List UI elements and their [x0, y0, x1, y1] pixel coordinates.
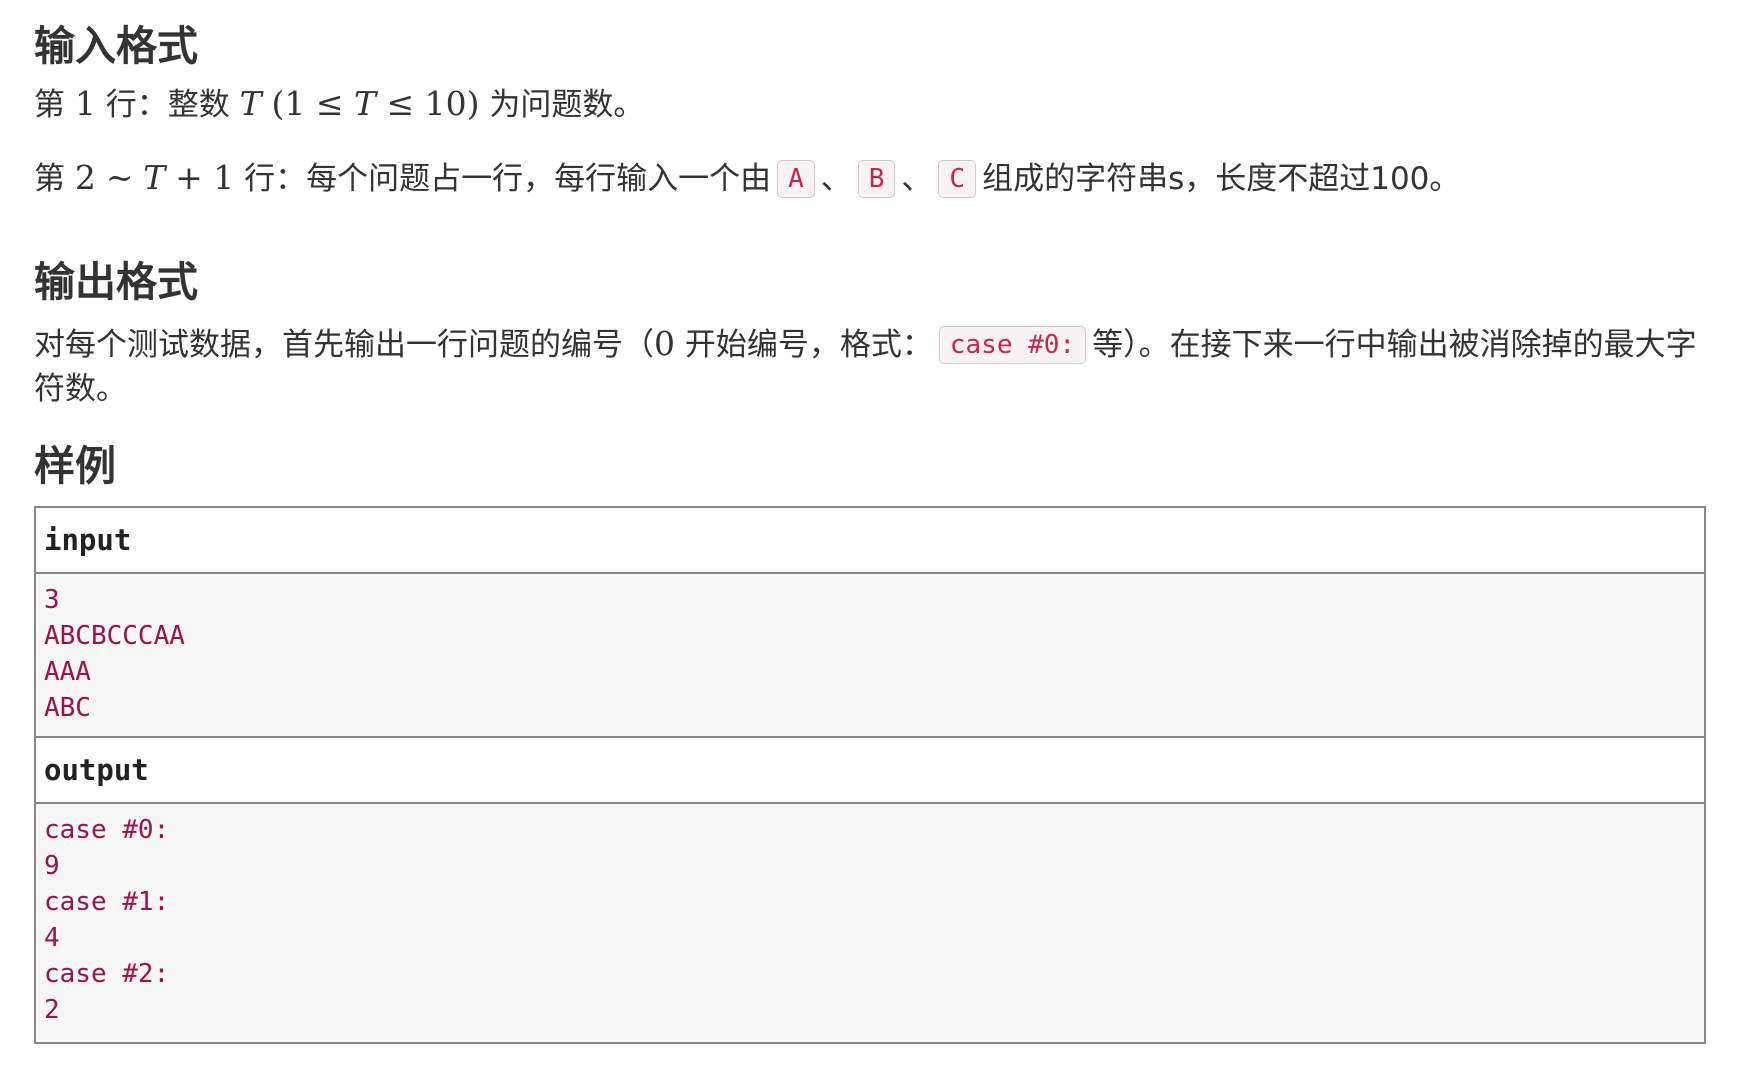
- output-format-heading: 输出格式: [34, 258, 198, 306]
- range-close: ≤ 10): [375, 84, 480, 123]
- output-zero: 0: [654, 324, 675, 363]
- sample-output-line: 2: [44, 995, 60, 1025]
- range-start: 2: [74, 158, 96, 197]
- output-text-before: 对每个测试数据，首先输出一行问题的编号（: [34, 327, 654, 363]
- sample-box: input 3 ABCBCCCAA AAA ABC output case #0…: [34, 506, 1706, 1044]
- output-description: 对每个测试数据，首先输出一行问题的编号（0 开始编号，格式： case #0: 等）…: [34, 322, 1710, 411]
- sample-input-line: AAA: [44, 657, 91, 687]
- char-code-b: B: [857, 160, 896, 198]
- case-format-code: case #0:: [938, 326, 1087, 364]
- range-var-t: T: [353, 84, 376, 123]
- input-line2-mid: 行：每个问题占一行，每行输入一个由: [244, 161, 772, 197]
- separator-2: 、: [901, 161, 933, 197]
- sample-input-line: ABC: [44, 693, 91, 723]
- sample-input-line: 3: [44, 585, 60, 615]
- sample-input-label: input: [36, 508, 1704, 574]
- sample-output-line: 9: [44, 851, 60, 881]
- input-line-1: 第 1 行：整数 T (1 ≤ T ≤ 10) 为问题数。: [34, 82, 644, 127]
- char-code-c: C: [938, 160, 977, 198]
- sample-output-label: output: [36, 738, 1704, 804]
- output-text-mid: 开始编号，格式：: [684, 327, 933, 363]
- input-line2-prefix: 第: [34, 161, 65, 197]
- sample-output-line: 4: [44, 923, 60, 953]
- sample-output-line: case #2:: [44, 959, 170, 989]
- sample-output-body[interactable]: case #0: 9 case #1: 4 case #2: 2: [36, 804, 1704, 1042]
- var-t-2: T: [143, 158, 166, 197]
- input-line2-suffix: 组成的字符串s，长度不超过100。: [982, 161, 1461, 197]
- range-tilde: ~: [105, 158, 134, 197]
- var-t: T: [239, 84, 262, 123]
- input-line-2: 第 2 ~ T + 1 行：每个问题占一行，每行输入一个由 A、 B、 C 组成的字符串…: [34, 156, 1460, 201]
- sample-output-line: case #1:: [44, 887, 170, 917]
- sample-heading: 样例: [34, 442, 116, 490]
- range-open: (1 ≤: [271, 84, 354, 123]
- input-line1-suffix: 为问题数。: [489, 87, 645, 123]
- sample-output-line: case #0:: [44, 815, 170, 845]
- input-line1-mid: 行：整数: [105, 87, 230, 123]
- char-code-a: A: [777, 160, 815, 198]
- input-format-heading: 输入格式: [34, 22, 198, 70]
- input-line1-num: 1: [74, 84, 96, 123]
- sample-input-body[interactable]: 3 ABCBCCCAA AAA ABC: [36, 574, 1704, 738]
- separator-1: 、: [820, 161, 852, 197]
- sample-input-line: ABCBCCCAA: [44, 621, 185, 651]
- input-line1-prefix: 第: [34, 87, 65, 123]
- plus-one: + 1: [175, 158, 235, 197]
